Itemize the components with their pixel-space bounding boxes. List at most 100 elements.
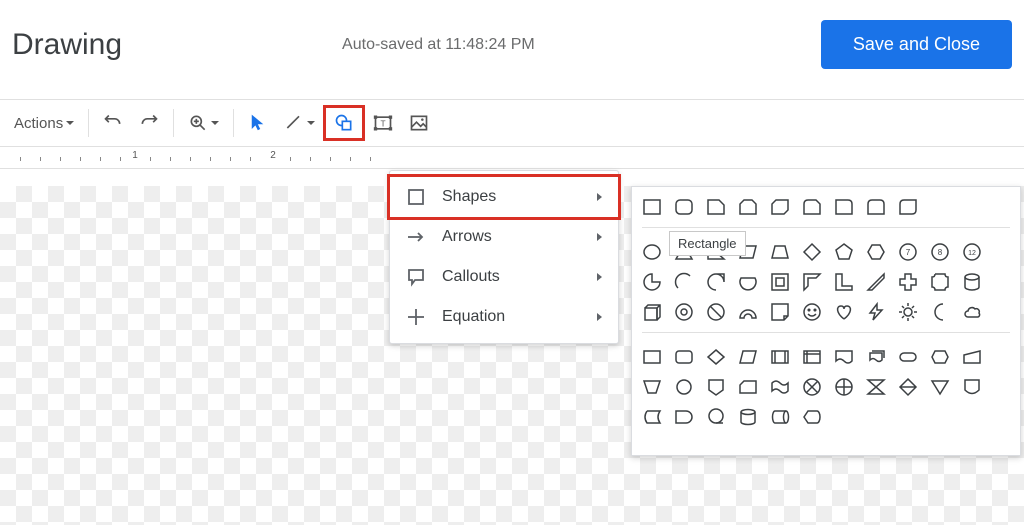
shapes-row (642, 347, 1010, 367)
shape-snip-same-side[interactable] (738, 197, 758, 217)
zoom-button[interactable] (180, 108, 227, 138)
shape-sun[interactable] (898, 302, 918, 322)
shape-summing[interactable] (802, 377, 822, 397)
redo-button[interactable] (131, 108, 167, 138)
shape-decision[interactable] (706, 347, 726, 367)
shape-direct-access[interactable] (770, 407, 790, 427)
shape-multidocument[interactable] (866, 347, 886, 367)
shape-octagon[interactable]: 8 (930, 242, 950, 262)
shape-pie[interactable] (642, 272, 662, 292)
line-tool-button[interactable] (276, 108, 323, 138)
shape-pentagon[interactable] (834, 242, 854, 262)
shape-cloud[interactable] (962, 302, 982, 322)
shapes-icon (406, 187, 426, 207)
shape-plaque[interactable] (930, 272, 950, 292)
shape-heart[interactable] (834, 302, 854, 322)
shape-sort[interactable] (898, 377, 918, 397)
redo-icon (139, 113, 159, 133)
shape-dropdown-menu: Shapes Arrows Callouts Equation (389, 170, 619, 344)
shape-seq-access[interactable] (706, 407, 726, 427)
shape-l-shape[interactable] (834, 272, 854, 292)
menu-item-shapes[interactable]: Shapes (387, 174, 621, 220)
shape-dodecagon[interactable]: 12 (962, 242, 982, 262)
shape-snip-diagonal[interactable] (770, 197, 790, 217)
shape-manual-op[interactable] (642, 377, 662, 397)
shape-hexagon[interactable] (866, 242, 886, 262)
shape-heptagon[interactable]: 7 (898, 242, 918, 262)
tooltip: Rectangle (669, 231, 746, 256)
callouts-icon (406, 267, 426, 287)
shape-lightning[interactable] (866, 302, 886, 322)
shape-predefined[interactable] (770, 347, 790, 367)
menu-item-callouts[interactable]: Callouts (390, 257, 618, 297)
shape-connector[interactable] (674, 377, 694, 397)
shape-half-frame[interactable] (802, 272, 822, 292)
shape-punched-tape[interactable] (770, 377, 790, 397)
shape-diagonal-stripe[interactable] (866, 272, 886, 292)
shape-no-symbol[interactable] (706, 302, 726, 322)
shape-terminator[interactable] (898, 347, 918, 367)
zoom-icon (188, 113, 208, 133)
shape-cross[interactable] (898, 272, 918, 292)
shape-can[interactable] (962, 272, 982, 292)
shape-snip-round-corner[interactable] (802, 197, 822, 217)
save-and-close-button[interactable]: Save and Close (821, 20, 1012, 69)
menu-item-arrows[interactable]: Arrows (390, 217, 618, 257)
shape-alt-process[interactable] (674, 347, 694, 367)
shape-smiley[interactable] (802, 302, 822, 322)
svg-text:T: T (381, 118, 386, 128)
shape-rounded-rectangle[interactable] (674, 197, 694, 217)
shape-tool-icon (334, 113, 354, 133)
shape-ellipse[interactable] (642, 242, 662, 262)
shape-data[interactable] (738, 347, 758, 367)
undo-button[interactable] (95, 108, 131, 138)
header: Drawing Auto-saved at 11:48:24 PM Save a… (0, 0, 1024, 99)
shape-chord[interactable] (738, 272, 758, 292)
svg-text:7: 7 (906, 248, 911, 257)
shape-magnetic-disk[interactable] (738, 407, 758, 427)
shape-round-single-corner[interactable] (834, 197, 854, 217)
shape-or[interactable] (834, 377, 854, 397)
shape-document[interactable] (834, 347, 854, 367)
shape-frame[interactable] (770, 272, 790, 292)
shape-preparation[interactable] (930, 347, 950, 367)
svg-text:12: 12 (968, 250, 976, 257)
ruler-tick-2: 2 (270, 150, 276, 161)
shapes-row (642, 407, 1010, 427)
shape-cube[interactable] (642, 302, 662, 322)
shape-display[interactable] (802, 407, 822, 427)
shape-donut[interactable] (674, 302, 694, 322)
shape-moon[interactable] (930, 302, 950, 322)
shape-stored-data[interactable] (642, 407, 662, 427)
shape-process[interactable] (642, 347, 662, 367)
select-tool-button[interactable] (240, 108, 276, 138)
equation-icon (406, 307, 426, 327)
shape-internal-storage[interactable] (802, 347, 822, 367)
shape-trapezoid[interactable] (770, 242, 790, 262)
cursor-icon (248, 113, 268, 133)
shape-off-page[interactable] (706, 377, 726, 397)
chevron-right-icon (597, 233, 602, 241)
shape-teardrop[interactable] (706, 272, 726, 292)
shape-card[interactable] (738, 377, 758, 397)
shape-manual-input[interactable] (962, 347, 982, 367)
shape-collate[interactable] (866, 377, 886, 397)
shape-round-same-side[interactable] (866, 197, 886, 217)
menu-item-equation[interactable]: Equation (390, 297, 618, 337)
shape-snip-corner[interactable] (706, 197, 726, 217)
svg-text:8: 8 (938, 248, 943, 257)
shape-arc[interactable] (674, 272, 694, 292)
image-tool-button[interactable] (401, 108, 437, 138)
shape-rectangle[interactable] (642, 197, 662, 217)
textbox-tool-button[interactable]: T (365, 108, 401, 138)
shape-block-arc[interactable] (738, 302, 758, 322)
shape-diamond[interactable] (802, 242, 822, 262)
shape-tool-button[interactable] (326, 108, 362, 138)
shape-extract[interactable] (930, 377, 950, 397)
actions-menu-button[interactable]: Actions (6, 110, 82, 137)
shape-round-diagonal[interactable] (898, 197, 918, 217)
shape-delay[interactable] (674, 407, 694, 427)
shape-folded-corner[interactable] (770, 302, 790, 322)
shape-merge[interactable] (962, 377, 982, 397)
shapes-row (642, 377, 1010, 397)
